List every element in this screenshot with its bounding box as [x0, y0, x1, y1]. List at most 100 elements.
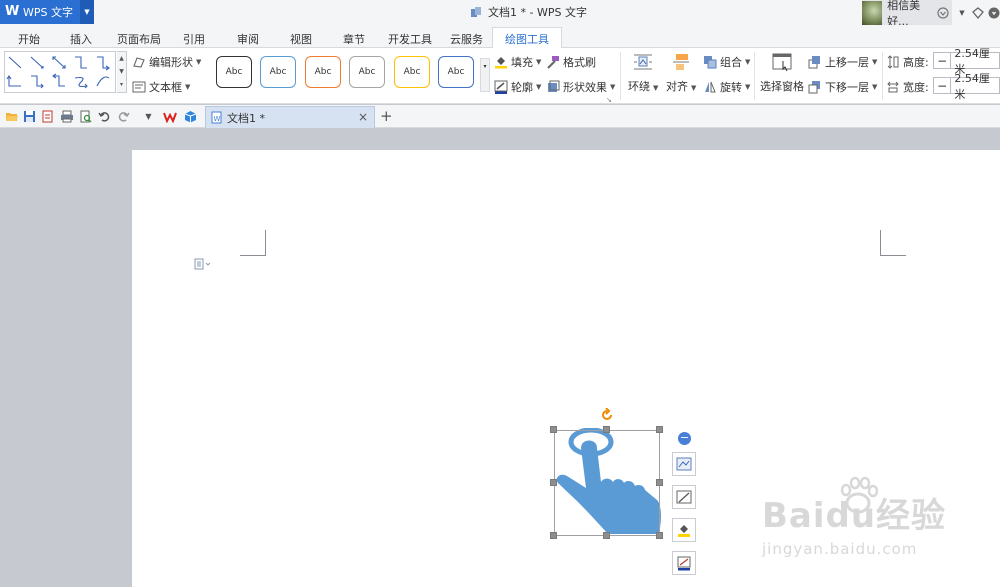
open-folder-icon[interactable] — [4, 109, 19, 124]
close-tab-icon[interactable]: × — [358, 110, 368, 124]
fill-label: 填充 — [511, 56, 533, 69]
tab-home[interactable]: 开始 — [18, 31, 40, 47]
resize-handle-nw[interactable] — [550, 426, 557, 433]
height-label-text: 高度: — [903, 56, 929, 69]
new-tab-plus-icon[interactable]: + — [380, 107, 393, 125]
resize-handle-e[interactable] — [656, 479, 663, 486]
shape-gallery[interactable] — [4, 51, 116, 93]
document-tab-name: 文档1 * — [227, 111, 265, 125]
app-center-icon[interactable] — [183, 109, 198, 124]
style-preset-4[interactable]: Abc — [349, 56, 385, 88]
shape-effects-button[interactable]: 形状效果 ▼ — [546, 79, 615, 95]
height-decrement-button[interactable]: − — [934, 53, 952, 68]
align-label: 对齐 — [666, 80, 688, 93]
rotate-button[interactable]: 旋转 ▼ — [703, 79, 750, 95]
outline-button[interactable]: 轮廓 ▼ — [494, 79, 541, 95]
wrap-layout-button[interactable] — [672, 452, 696, 476]
resize-handle-s[interactable] — [603, 532, 610, 539]
wps-home-icon[interactable] — [162, 109, 177, 124]
document-tab[interactable]: W 文档1 * × — [205, 106, 375, 128]
outline-pen-icon — [677, 556, 691, 570]
selection-pane-button[interactable]: 选择窗格 — [760, 52, 804, 94]
tab-developer[interactable]: 开发工具 — [388, 31, 432, 47]
width-value[interactable]: 2.54厘米 — [951, 70, 999, 102]
print-preview-icon[interactable] — [78, 109, 93, 124]
save-icon[interactable] — [22, 109, 37, 124]
ribbon-separator — [620, 52, 621, 100]
export-pdf-icon[interactable] — [40, 109, 55, 124]
send-backward-button[interactable]: 下移一层 ▼ — [808, 79, 877, 95]
margin-mark-top-right — [880, 230, 906, 256]
rotate-label: 旋转 — [720, 81, 742, 94]
avatar[interactable] — [862, 0, 883, 25]
tab-insert[interactable]: 插入 — [70, 31, 92, 47]
paw-logo-icon — [840, 476, 879, 514]
resize-handle-se[interactable] — [656, 532, 663, 539]
group-button[interactable]: 组合 ▼ — [703, 54, 750, 70]
customize-toolbar-caret-icon[interactable]: ▼ — [141, 109, 156, 124]
app-name: WPS 文字 — [23, 6, 73, 19]
rotate-handle-icon[interactable] — [600, 407, 614, 422]
tab-drawing-tools[interactable]: 绘图工具 — [492, 27, 562, 49]
send-backward-label: 下移一层 — [825, 81, 869, 94]
resize-handle-ne[interactable] — [656, 426, 663, 433]
paragraph-layout-icon[interactable] — [194, 258, 212, 273]
bring-forward-button[interactable]: 上移一层 ▼ — [808, 54, 877, 70]
redo-icon[interactable] — [116, 109, 131, 124]
selection-pane-label: 选择窗格 — [760, 80, 804, 93]
app-menu-caret-icon[interactable]: ▼ — [80, 0, 94, 24]
dialog-launcher-icon[interactable]: ↘ — [606, 96, 612, 104]
text-box-label: 文本框 — [149, 81, 182, 94]
svg-text:W: W — [214, 115, 221, 123]
style-gallery-scroll[interactable]: ▾ — [480, 58, 490, 92]
wrap-button[interactable]: 环绕 ▼ — [628, 52, 658, 94]
width-label: 宽度: — [887, 79, 929, 95]
tab-page-layout[interactable]: 页面布局 — [117, 31, 161, 47]
user-account[interactable]: 相信美好... — [862, 0, 952, 28]
outline-float-button[interactable] — [672, 551, 696, 575]
shape-gallery-scroll[interactable]: ▲ ▼ ▾ — [117, 51, 127, 93]
resize-handle-w[interactable] — [550, 479, 557, 486]
style-preset-5[interactable]: Abc — [394, 56, 430, 88]
width-decrement-button[interactable]: − — [934, 78, 952, 93]
style-preset-3[interactable]: Abc — [305, 56, 341, 88]
height-field[interactable]: − 2.54厘米 — [933, 47, 1000, 76]
skin-icon[interactable] — [972, 6, 984, 20]
print-icon[interactable] — [59, 109, 74, 124]
tab-chapter[interactable]: 章节 — [343, 31, 365, 47]
tab-view[interactable]: 视图 — [290, 31, 312, 47]
resize-handle-sw[interactable] — [550, 532, 557, 539]
edit-shape-button[interactable]: 编辑形状 ▼ — [132, 54, 201, 70]
tab-cloud[interactable]: 云服务 — [450, 31, 483, 47]
text-box-button[interactable]: 文本框 ▼ — [132, 79, 190, 95]
fill-bucket-icon — [678, 524, 690, 537]
resize-handle-n[interactable] — [603, 426, 610, 433]
help-icon[interactable] — [988, 6, 1000, 20]
rotate-icon — [705, 81, 716, 93]
shape-effects-icon — [548, 80, 560, 92]
style-preset-6[interactable]: Abc — [438, 56, 474, 88]
wrap-label: 环绕 — [628, 80, 650, 93]
collapse-toolbar-icon[interactable]: − — [678, 432, 691, 445]
watermark-url: jingyan.baidu.com — [762, 540, 918, 558]
style-preset-2[interactable]: Abc — [260, 56, 296, 88]
style-preset-1[interactable]: Abc — [216, 56, 252, 88]
fill-float-button[interactable] — [672, 518, 696, 542]
user-menu-caret-icon[interactable]: ▼ — [956, 6, 968, 20]
width-icon — [887, 81, 899, 93]
wps-logo-icon: W — [5, 4, 20, 19]
fill-button[interactable]: 填充 ▼ — [494, 54, 541, 70]
text-box-icon — [132, 81, 146, 93]
app-menu-button[interactable]: W WPS 文字 ▼ — [0, 0, 94, 24]
align-button[interactable]: 对齐 ▼ — [666, 52, 696, 94]
format-painter-icon — [547, 56, 559, 69]
tab-review[interactable]: 审阅 — [237, 31, 259, 47]
tab-references[interactable]: 引用 — [183, 31, 205, 47]
undo-icon[interactable] — [97, 109, 112, 124]
edit-shape-float-button[interactable] — [672, 485, 696, 509]
format-painter-button[interactable]: 格式刷 — [546, 54, 596, 70]
width-field[interactable]: − 2.54厘米 — [933, 72, 1000, 101]
margin-mark-top-left — [240, 230, 266, 256]
height-icon — [887, 55, 899, 69]
selection-pane-icon — [772, 53, 792, 72]
